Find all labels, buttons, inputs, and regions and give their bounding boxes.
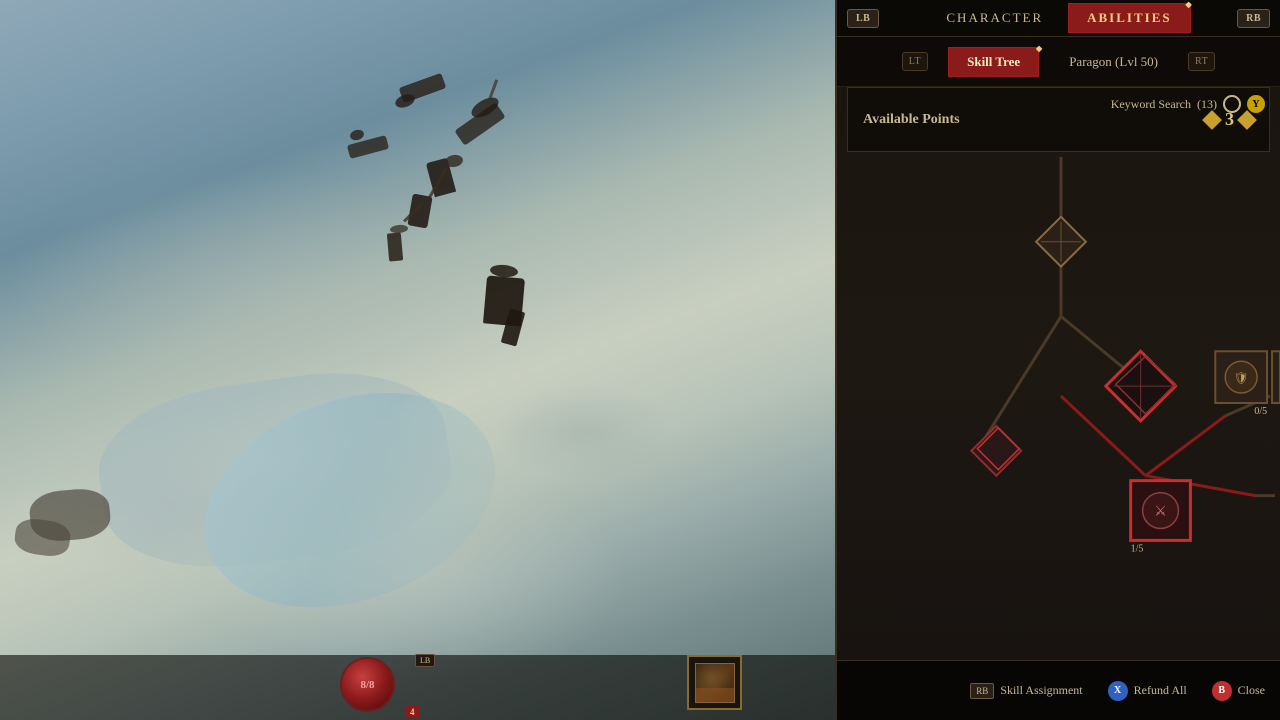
y-button[interactable]: Y	[1247, 95, 1265, 113]
close-label: Close	[1238, 683, 1265, 698]
abilities-tab[interactable]: ABILITIES	[1068, 3, 1190, 33]
rb-small-button[interactable]: RB	[970, 683, 994, 699]
skill-tree-connections: ⚔ 🛡 0/5 1/5	[837, 152, 1280, 660]
skill-tree[interactable]: ⚔ 🛡 0/5 1/5 Combat Lunging Strike Critic…	[837, 152, 1280, 660]
bottom-bar: RB Skill Assignment X Refund All B Close	[837, 660, 1280, 720]
x-button[interactable]: X	[1108, 681, 1128, 701]
right-panel: LB CHARACTER ABILITIES RB LT Skill Tree …	[835, 0, 1280, 720]
svg-text:0/5: 0/5	[1254, 406, 1267, 417]
character-tab[interactable]: CHARACTER	[926, 10, 1063, 26]
game-world: 8/8 LB 4	[0, 0, 835, 720]
rb-button[interactable]: RB	[1237, 9, 1270, 28]
refund-all-label: Refund All	[1134, 683, 1187, 698]
hp-value: 8/8	[360, 679, 374, 691]
sub-nav: LT Skill Tree Paragon (Lvl 50) RT	[837, 37, 1280, 87]
refund-all-action[interactable]: X Refund All	[1108, 681, 1187, 701]
top-nav: LB CHARACTER ABILITIES RB	[837, 0, 1280, 37]
rt-button[interactable]: RT	[1188, 52, 1215, 71]
paragon-tab[interactable]: Paragon (Lvl 50)	[1059, 48, 1168, 76]
ice-patch	[89, 357, 461, 584]
close-action[interactable]: B Close	[1212, 681, 1265, 701]
health-orb: 8/8	[340, 657, 395, 712]
skill-slot-active[interactable]	[687, 655, 742, 710]
keyword-search[interactable]: Keyword Search (13) Y	[1111, 95, 1265, 113]
character-figure	[387, 232, 403, 261]
skill-assignment-label: Skill Assignment	[1000, 683, 1082, 698]
fallen-enemy	[349, 128, 365, 141]
lb-indicator: LB	[415, 650, 435, 668]
b-button[interactable]: B	[1212, 681, 1232, 701]
keyword-search-count: (13)	[1197, 97, 1217, 112]
svg-text:1/5: 1/5	[1131, 543, 1144, 554]
lt-button[interactable]: LT	[902, 52, 928, 71]
svg-text:⚔: ⚔	[1154, 505, 1166, 520]
level-badge: 4	[405, 706, 420, 718]
fallen-enemy	[394, 92, 417, 110]
lb-button[interactable]: LB	[847, 9, 879, 28]
svg-text:🛡: 🛡	[1234, 371, 1249, 385]
character-figure	[444, 154, 464, 169]
skill-assignment-action[interactable]: RB Skill Assignment	[970, 683, 1082, 699]
search-circle-icon	[1223, 95, 1241, 113]
skill-tree-tab[interactable]: Skill Tree	[948, 47, 1039, 77]
available-points-label: Available Points	[863, 112, 1195, 128]
keyword-search-label: Keyword Search	[1111, 97, 1191, 112]
